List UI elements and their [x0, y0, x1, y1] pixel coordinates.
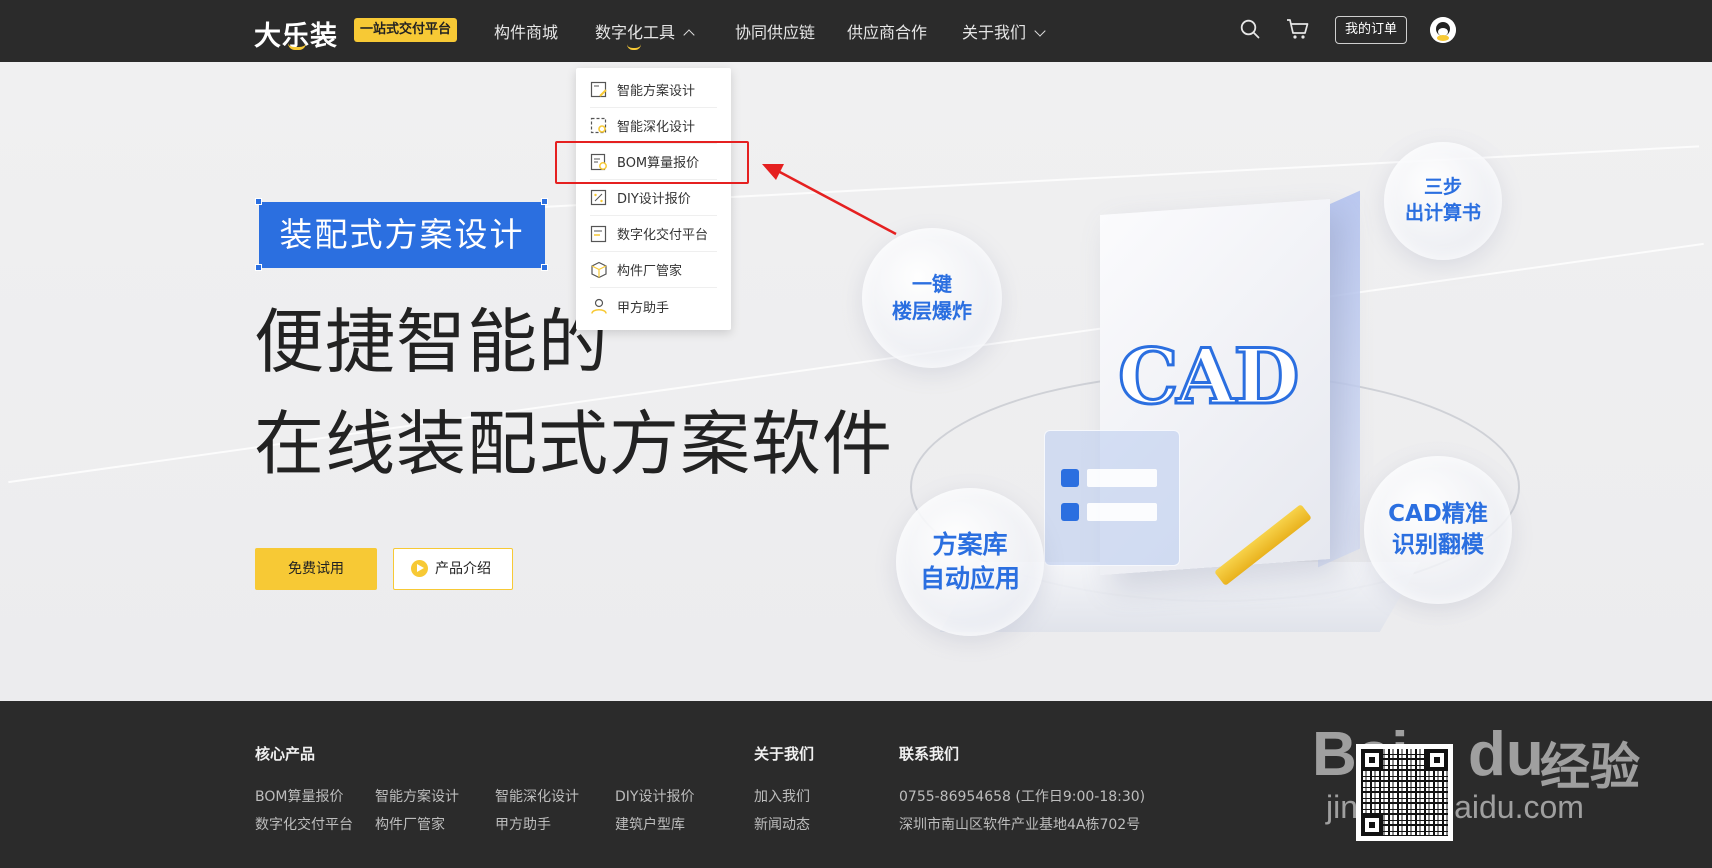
hero-headline-line-2: 在线装配式方案软件	[254, 403, 893, 485]
dropdown-item-plan-design[interactable]: 智能方案设计	[590, 72, 717, 108]
cad-label: CAD	[1116, 331, 1300, 423]
nav-item-component-mall[interactable]: 构件商城	[494, 19, 558, 43]
product-intro-button[interactable]: 产品介绍	[393, 548, 513, 590]
checklist-bar	[1087, 503, 1157, 521]
nav-item-supplier-cooperation[interactable]: 供应商合作	[847, 19, 927, 43]
dropdown-item-diy-quote[interactable]: DIY设计报价	[590, 180, 717, 216]
dropdown-item-client-assistant[interactable]: 甲方助手	[590, 288, 717, 324]
feature-bubble-scheme-library: 方案库 自动应用	[896, 488, 1044, 636]
free-trial-button[interactable]: 免费试用	[255, 548, 377, 590]
watermark-brand-2: du	[1468, 720, 1544, 789]
footer-link-join-us[interactable]: 加入我们	[754, 786, 810, 806]
avatar[interactable]	[1430, 17, 1456, 43]
chevron-down-icon	[1034, 24, 1046, 37]
check-icon	[1061, 469, 1079, 487]
footer-link[interactable]: 甲方助手	[495, 814, 551, 834]
deep-design-icon	[590, 117, 607, 133]
chevron-up-icon	[683, 28, 695, 41]
nav-item-about-us[interactable]: 关于我们	[962, 19, 1046, 43]
diy-quote-icon	[590, 189, 607, 205]
client-assistant-icon	[591, 298, 607, 314]
footer-heading-core-products: 核心产品	[255, 745, 316, 763]
footer-link[interactable]: 智能深化设计	[495, 786, 579, 806]
selection-handle	[541, 264, 548, 271]
footer-link[interactable]: 建筑户型库	[615, 814, 685, 834]
checklist-bar	[1087, 469, 1157, 487]
footer-link[interactable]: 构件厂管家	[375, 814, 445, 834]
site-footer: 核心产品 BOM算量报价 智能方案设计 智能深化设计 DIY设计报价 数字化交付…	[0, 701, 1712, 868]
dropdown-item-deep-design[interactable]: 智能深化设计	[590, 108, 717, 144]
footer-contact-address: 深圳市南山区软件产业基地4A栋702号	[899, 817, 1141, 833]
nav-item-digital-tools[interactable]: 数字化工具	[595, 19, 695, 43]
footer-link-news[interactable]: 新闻动态	[754, 814, 810, 834]
footer-link[interactable]: BOM算量报价	[255, 786, 343, 806]
factory-manager-icon	[591, 261, 607, 278]
digital-tools-dropdown: 智能方案设计 智能深化设计 BOM算量报价 DIY设计报价 数字化交付平台 构件…	[576, 68, 731, 330]
nav-item-supply-chain[interactable]: 协同供应链	[735, 19, 815, 43]
feature-bubble-floor-explode: 一键 楼层爆炸	[862, 228, 1002, 368]
footer-heading-about: 关于我们	[754, 745, 815, 763]
footer-contact-phone: 0755-86954658 (工作日9:00-18:30)	[899, 789, 1146, 805]
selection-handle	[255, 264, 262, 271]
footer-link[interactable]: 智能方案设计	[375, 786, 459, 806]
dropdown-item-factory-manager[interactable]: 构件厂管家	[590, 252, 717, 288]
my-orders-button[interactable]: 我的订单	[1335, 16, 1407, 44]
selection-handle	[255, 198, 262, 205]
check-icon	[1061, 503, 1079, 521]
footer-link[interactable]: 数字化交付平台	[255, 814, 353, 834]
annotation-arrow-icon	[762, 164, 897, 236]
footer-heading-contact: 联系我们	[899, 745, 960, 763]
search-icon[interactable]	[1240, 19, 1260, 39]
feature-bubble-calc-report: 三步 出计算书	[1384, 142, 1502, 260]
selection-handle	[541, 198, 548, 205]
qr-code	[1356, 744, 1453, 841]
delivery-platform-icon	[590, 225, 607, 242]
footer-link[interactable]: DIY设计报价	[615, 786, 694, 806]
cart-icon[interactable]	[1286, 18, 1310, 40]
product-tag: 装配式方案设计	[259, 202, 545, 268]
plan-design-icon	[590, 81, 607, 97]
play-icon	[411, 559, 428, 577]
logo-badge: 一站式交付平台	[354, 18, 458, 42]
hero-headline-line-1: 便捷智能的	[254, 301, 609, 383]
top-navigation-bar: 大乐装 一站式交付平台 构件商城 数字化工具 协同供应链 供应商合作 关于我们 …	[0, 0, 1712, 62]
nav-active-indicator	[627, 44, 641, 50]
hero-banner: CAD 三步 出计算书 一键 楼层爆炸 方案库 自动应用 CAD精准 识别翻模 装配式方…	[0, 62, 1712, 701]
checklist-card-illustration	[1044, 430, 1180, 566]
feature-bubble-cad-recognition: CAD精准 识别翻模	[1364, 456, 1512, 604]
annotation-highlight-box	[555, 141, 749, 184]
dropdown-item-delivery-platform[interactable]: 数字化交付平台	[590, 216, 717, 252]
